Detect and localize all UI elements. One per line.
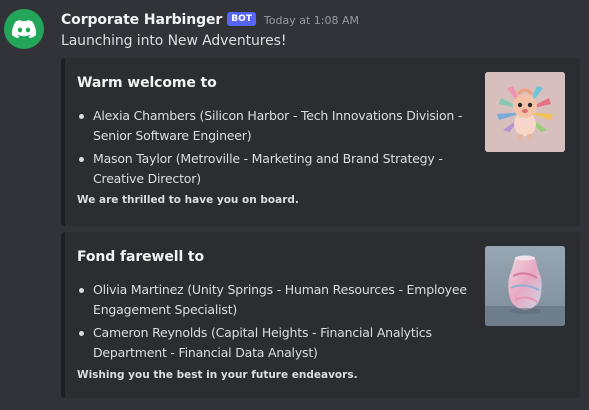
list-item-text: Cameron Reynolds (Capital Heights - Fina…: [93, 325, 432, 360]
bot-badge: BOT: [227, 12, 256, 26]
list-item: Cameron Reynolds (Capital Heights - Fina…: [77, 323, 472, 363]
discord-logo-icon: [12, 20, 36, 38]
embed-title: Warm welcome to: [77, 75, 217, 91]
welcome-thumbnail[interactable]: [485, 72, 565, 152]
farewell-embed: Fond farewell to Olivia Martinez (Unity …: [61, 232, 580, 398]
bullet-icon: [79, 157, 84, 162]
bot-avatar[interactable]: [4, 9, 44, 49]
list-item: Alexia Chambers (Silicon Harbor - Tech I…: [77, 106, 472, 146]
marbled-vase-image: [485, 246, 565, 326]
list-item: Mason Taylor (Metroville - Marketing and…: [77, 149, 472, 189]
farewell-list: Olivia Martinez (Unity Springs - Human R…: [77, 280, 472, 366]
bullet-icon: [79, 288, 84, 293]
embed-footer: We are thrilled to have you on board.: [77, 194, 299, 206]
bullet-icon: [79, 331, 84, 336]
farewell-thumbnail[interactable]: [485, 246, 565, 326]
embed-footer: Wishing you the best in your future ende…: [77, 369, 358, 381]
message-content: Launching into New Adventures!: [61, 33, 287, 49]
message-timestamp[interactable]: Today at 1:08 AM: [264, 14, 359, 27]
message-header: Corporate Harbinger BOT Today at 1:08 AM: [61, 10, 359, 30]
cartoon-lion-creature-image: [485, 72, 565, 152]
embed-title: Fond farewell to: [77, 249, 205, 265]
list-item-text: Mason Taylor (Metroville - Marketing and…: [93, 151, 443, 186]
list-item-text: Alexia Chambers (Silicon Harbor - Tech I…: [93, 108, 463, 143]
welcome-embed: Warm welcome to Alexia Chambers (Silicon…: [61, 58, 580, 226]
username[interactable]: Corporate Harbinger: [61, 12, 222, 28]
welcome-list: Alexia Chambers (Silicon Harbor - Tech I…: [77, 106, 472, 192]
bullet-icon: [79, 114, 84, 119]
list-item-text: Olivia Martinez (Unity Springs - Human R…: [93, 282, 467, 317]
list-item: Olivia Martinez (Unity Springs - Human R…: [77, 280, 472, 320]
